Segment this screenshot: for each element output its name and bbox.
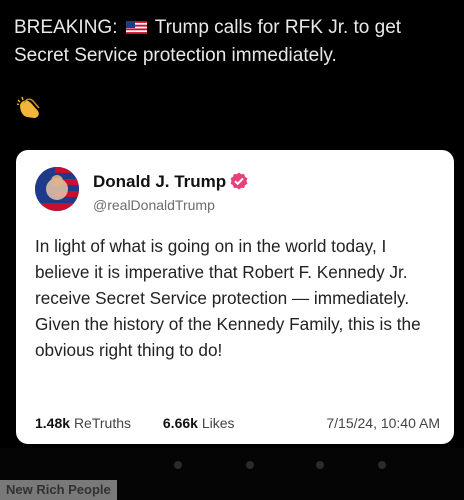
verified-badge-icon: [230, 172, 248, 190]
headline-line2: Secret Service protection immediately.: [14, 45, 337, 66]
author-name[interactable]: Donald J. Trump: [93, 172, 226, 192]
faded-action-icons: [174, 461, 386, 469]
flag-portrait-icon: [35, 167, 79, 211]
post-text: In light of what is going on in the worl…: [35, 236, 421, 360]
retruths-stat[interactable]: 1.48k ReTruths: [35, 415, 145, 431]
us-flag-icon: [125, 21, 147, 34]
post-card[interactable]: Donald J. Trump @realDonaldTrump In ligh…: [16, 150, 454, 444]
clapping-hands-icon: [16, 96, 40, 118]
likes-count: 6.66k: [162, 415, 198, 431]
likes-label: Likes: [201, 415, 235, 431]
watermark: New Rich People: [0, 480, 117, 500]
headline-text: BREAKING: Trump calls for RFK Jr. to get…: [14, 14, 454, 70]
avatar[interactable]: [35, 167, 79, 211]
post-footer: 1.48k ReTruths 6.66k Likes 7/15/24, 10:4…: [35, 415, 440, 431]
author-handle[interactable]: @realDonaldTrump: [93, 197, 215, 213]
headline-line1: Trump calls for RFK Jr. to get: [154, 17, 402, 38]
breaking-label: BREAKING:: [14, 17, 118, 38]
likes-stat[interactable]: 6.66k Likes: [163, 415, 249, 431]
retruths-count: 1.48k: [35, 415, 71, 431]
retruths-label: ReTruths: [73, 415, 131, 431]
post-timestamp[interactable]: 7/15/24, 10:40 AM: [326, 415, 440, 431]
